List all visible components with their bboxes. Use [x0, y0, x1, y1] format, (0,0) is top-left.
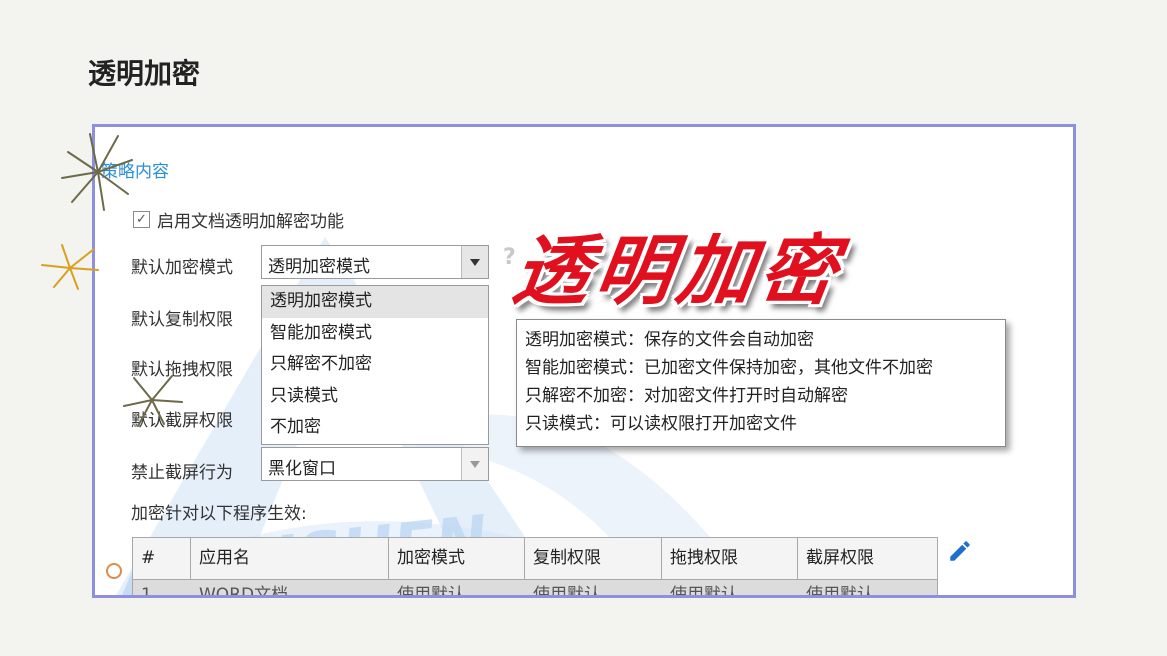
enable-transparent-encryption[interactable]: ✓ 启用文档透明加解密功能: [133, 207, 344, 232]
default-encryption-mode-label: 默认加密模式: [131, 258, 233, 278]
encryption-mode-tooltip: 透明加密模式：保存的文件会自动加密 智能加密模式：已加密文件保持加密，其他文件不…: [516, 319, 1006, 447]
tooltip-line: 智能加密模式：已加密文件保持加密，其他文件不加密: [525, 358, 933, 378]
table-caption: 加密针对以下程序生效:: [131, 504, 307, 524]
policy-screenshot-frame: ANQISHEN 策略内容 ✓ 启用文档透明加解密功能 默认加密模式 透明加密模…: [92, 124, 1076, 598]
column-header[interactable]: 截屏权限: [798, 538, 935, 579]
table-row[interactable]: 1 WORD文档 使用默认 使用默认 使用默认 使用默认: [133, 580, 937, 598]
tooltip-line: 透明加密模式：保存的文件会自动加密: [525, 330, 814, 350]
default-copy-permission-label: 默认复制权限: [131, 310, 233, 330]
tooltip-line: 只读模式：可以读权限打开加密文件: [525, 414, 797, 434]
default-encryption-mode-value: 透明加密模式: [268, 257, 370, 277]
table-header-row: # 应用名 加密模式 复制权限 拖拽权限 截屏权限: [133, 538, 937, 580]
dropdown-option[interactable]: 不加密: [262, 412, 488, 444]
block-screenshot-behavior-label: 禁止截屏行为: [131, 463, 233, 483]
enable-checkbox-label: 启用文档透明加解密功能: [157, 212, 344, 232]
table-cell: 1: [141, 585, 152, 598]
dropdown-option[interactable]: 只解密不加密: [262, 349, 488, 381]
column-header[interactable]: #: [133, 538, 191, 579]
tooltip-line: 只解密不加密：对加密文件打开时自动解密: [525, 386, 848, 406]
page-title: 透明加密: [88, 57, 201, 90]
dropdown-option[interactable]: 透明加密模式: [262, 286, 488, 318]
table-cell: 使用默认: [397, 585, 465, 598]
encryption-mode-dropdown-list: 透明加密模式 智能加密模式 只解密不加密 只读模式 不加密: [261, 285, 489, 445]
sparkle-decoration-icon: [123, 375, 183, 427]
column-header[interactable]: 复制权限: [525, 538, 662, 579]
sparkle-decoration-icon: [41, 244, 99, 290]
table-cell: 使用默认: [670, 585, 738, 598]
column-header[interactable]: 加密模式: [389, 538, 525, 579]
block-screenshot-behavior-value: 黑化窗口: [268, 459, 336, 479]
sparkle-decoration-icon: [61, 133, 133, 211]
table-cell: 使用默认: [533, 585, 601, 598]
column-header[interactable]: 应用名: [191, 538, 389, 579]
program-table: # 应用名 加密模式 复制权限 拖拽权限 截屏权限 1 WORD文档 使用默认 …: [132, 537, 938, 598]
dropdown-option[interactable]: 只读模式: [262, 381, 488, 413]
chevron-down-icon[interactable]: [461, 448, 488, 480]
block-screenshot-behavior-select[interactable]: 黑化窗口: [261, 447, 489, 481]
column-header[interactable]: 拖拽权限: [662, 538, 798, 579]
banner-title: 透明加密: [507, 226, 849, 315]
dropdown-option[interactable]: 智能加密模式: [262, 318, 488, 350]
circle-decoration-icon: [106, 563, 122, 579]
pencil-edit-icon[interactable]: [947, 538, 973, 564]
table-cell: WORD文档: [199, 585, 289, 598]
default-encryption-mode-select[interactable]: 透明加密模式: [261, 245, 489, 279]
table-cell: 使用默认: [806, 585, 874, 598]
chevron-down-icon[interactable]: [461, 246, 488, 278]
